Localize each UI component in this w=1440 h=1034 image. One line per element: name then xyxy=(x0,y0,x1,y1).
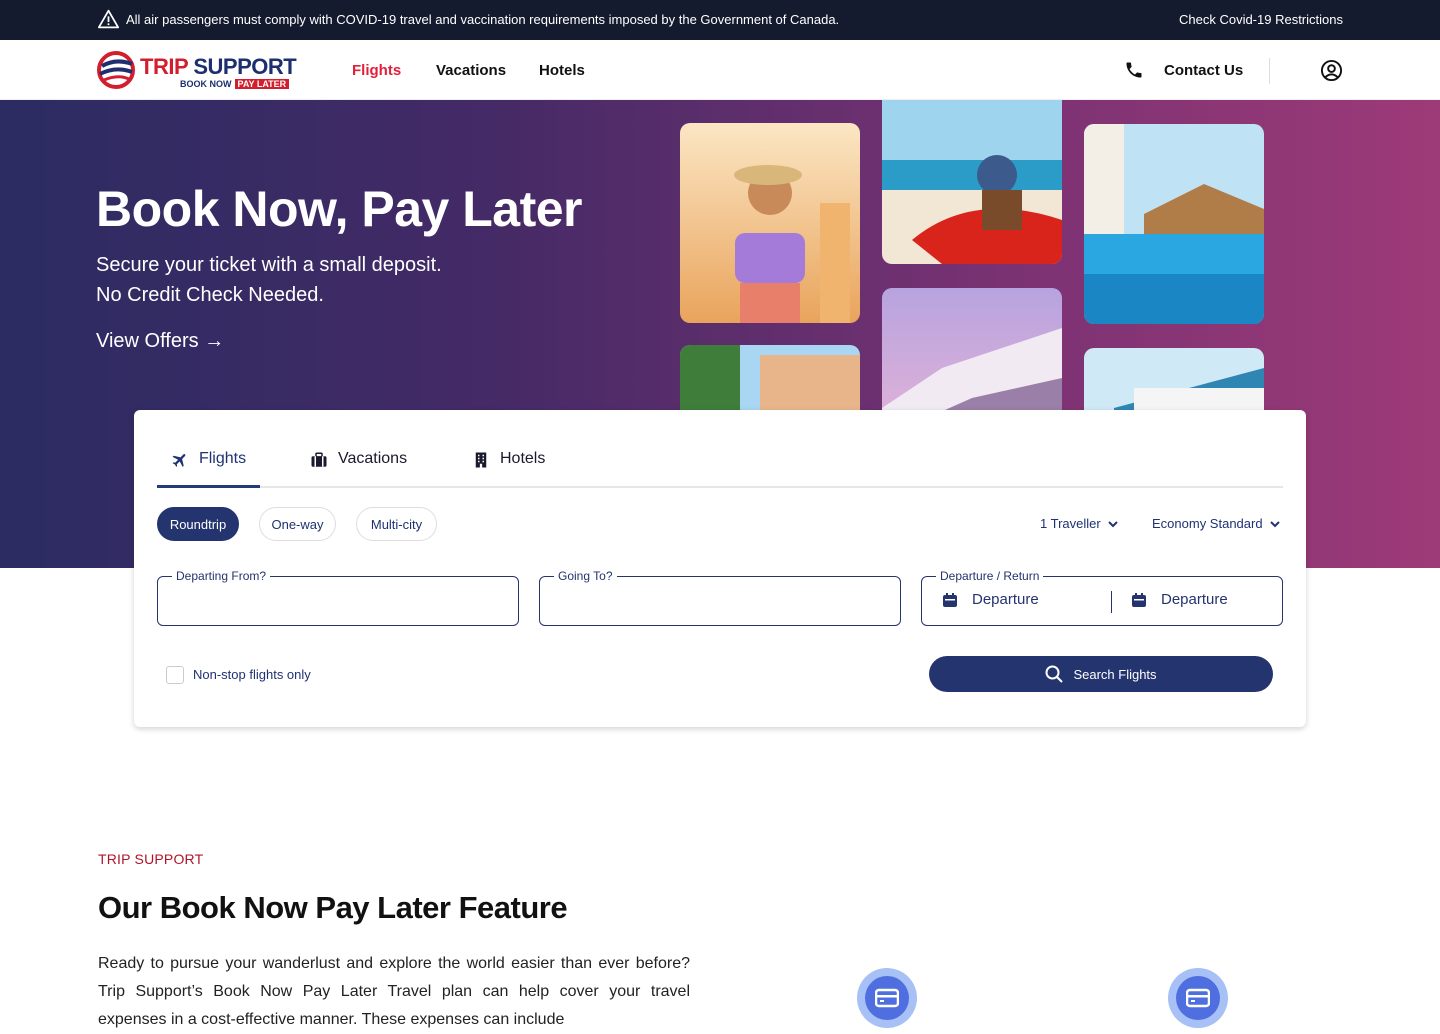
logo-tagline: BOOK NOW PAY LATER xyxy=(180,79,290,89)
photo-beach-party xyxy=(680,123,860,323)
trip-type-multi-city[interactable]: Multi-city xyxy=(356,507,437,541)
suitcase-icon xyxy=(311,452,327,467)
feature-description: Ready to pursue your wanderlust and expl… xyxy=(98,955,690,1028)
departure-date-input[interactable]: Departure xyxy=(942,591,1039,608)
nav-hotels[interactable]: Hotels xyxy=(539,62,585,79)
photo-resort-pool xyxy=(1084,124,1264,324)
dates-label: Departure / Return xyxy=(936,569,1044,583)
phone-icon[interactable] xyxy=(1124,60,1144,80)
departing-from-field[interactable]: Departing From? xyxy=(157,569,519,626)
nav-vacations[interactable]: Vacations xyxy=(436,62,506,79)
plane-icon xyxy=(172,454,186,467)
credit-card-icon xyxy=(1186,988,1210,1008)
date-divider xyxy=(1111,591,1112,613)
return-date-input[interactable]: Departure xyxy=(1131,591,1228,608)
building-icon xyxy=(475,452,487,468)
dates-field: Departure / Return Departure Departure xyxy=(921,569,1283,626)
hero-subtitle: Secure your ticket with a small deposit.… xyxy=(96,254,442,306)
trip-type-roundtrip[interactable]: Roundtrip xyxy=(157,507,239,541)
cabin-class-dropdown[interactable]: Economy Standard xyxy=(1152,516,1281,531)
search-icon xyxy=(1045,665,1064,683)
feature-icon-badge xyxy=(857,968,917,1028)
feature-icon-badge xyxy=(1168,968,1228,1028)
covid-restrictions-link[interactable]: Check Covid-19 Restrictions xyxy=(1179,12,1343,27)
site-header: TRIP SUPPORT BOOK NOW PAY LATER Flights V… xyxy=(0,40,1440,100)
photo-beach-lounger xyxy=(882,100,1062,264)
nav-flights[interactable]: Flights xyxy=(352,62,401,79)
going-to-label: Going To? xyxy=(554,569,617,583)
hero-title: Book Now, Pay Later xyxy=(96,181,582,237)
logo-wordmark: TRIP SUPPORT xyxy=(140,54,297,79)
chevron-down-icon xyxy=(1107,520,1118,527)
notice-message: All air passengers must comply with COVI… xyxy=(126,12,840,27)
non-stop-checkbox[interactable] xyxy=(166,666,184,684)
feature-title: Our Book Now Pay Later Feature xyxy=(98,890,568,925)
flight-search-card: Flights Vacations Hotels Roundtrip One-w… xyxy=(134,410,1306,727)
going-to-field[interactable]: Going To? xyxy=(539,569,901,626)
tab-vacations[interactable]: Vacations xyxy=(310,450,407,488)
non-stop-label: Non-stop flights only xyxy=(193,667,311,682)
header-divider xyxy=(1269,58,1270,84)
covid-notice-bar: All air passengers must comply with COVI… xyxy=(0,0,1440,40)
credit-card-icon xyxy=(875,988,899,1008)
view-offers-link[interactable]: View Offers → xyxy=(96,330,224,353)
section-eyebrow: TRIP SUPPORT xyxy=(98,851,204,867)
calendar-icon xyxy=(943,592,957,607)
departing-from-label: Departing From? xyxy=(172,569,271,583)
calendar-icon xyxy=(1132,592,1146,607)
chevron-down-icon xyxy=(1269,520,1280,527)
tab-flights[interactable]: Flights xyxy=(157,450,260,488)
arrow-right-icon: → xyxy=(204,330,225,352)
tab-hotels[interactable]: Hotels xyxy=(472,450,545,488)
search-flights-button[interactable]: Search Flights xyxy=(929,656,1273,692)
trip-type-one-way[interactable]: One-way xyxy=(259,507,336,541)
trip-support-logo[interactable]: TRIP SUPPORT BOOK NOW PAY LATER xyxy=(96,48,297,92)
travellers-dropdown[interactable]: 1 Traveller xyxy=(1040,516,1119,531)
account-icon[interactable] xyxy=(1320,59,1343,82)
contact-us-link[interactable]: Contact Us xyxy=(1164,62,1243,79)
globe-logo-icon xyxy=(97,51,135,89)
search-tabs: Flights Vacations Hotels xyxy=(157,410,1283,488)
warning-icon xyxy=(98,9,119,29)
